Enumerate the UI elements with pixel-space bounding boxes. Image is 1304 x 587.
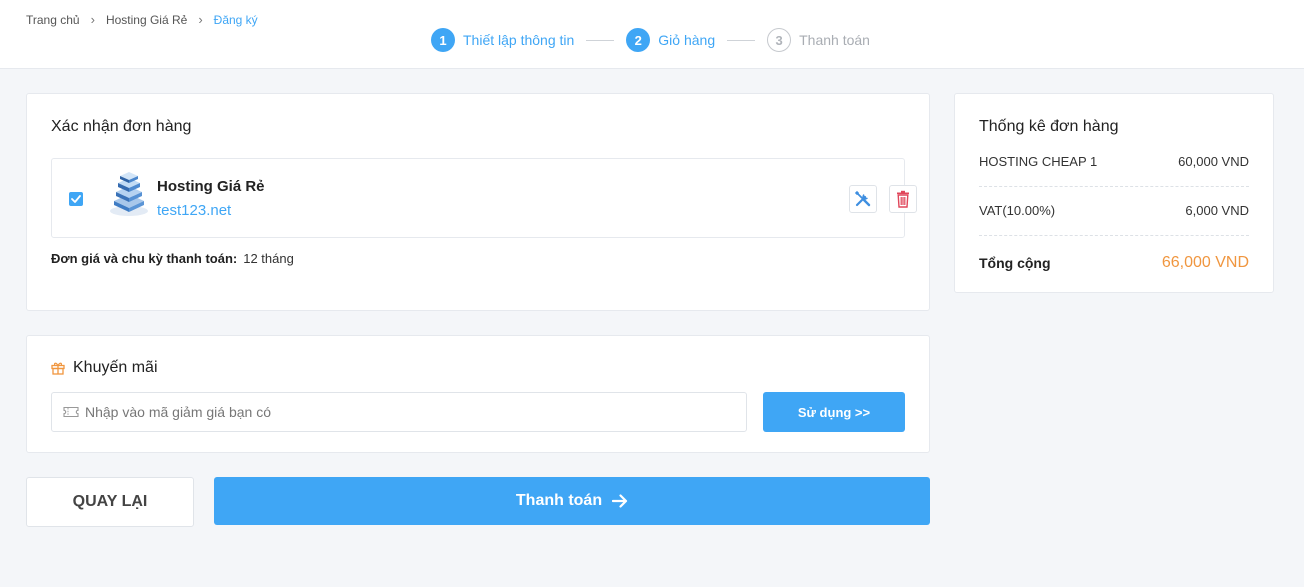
back-button[interactable]: QUAY LẠI [26, 477, 194, 527]
step-number: 1 [431, 28, 455, 52]
breadcrumb: Trang chủ › Hosting Giá Rẻ › Đăng ký [26, 12, 258, 27]
total-value: 66,000 VND [1161, 254, 1249, 271]
summary-divider [979, 235, 1249, 236]
chevron-right-icon: › [90, 12, 95, 27]
order-confirm-title: Xác nhận đơn hàng [51, 118, 192, 135]
breadcrumb-home[interactable]: Trang chủ [26, 13, 80, 27]
promo-card: Khuyến mãi Sử dụng >> [26, 335, 930, 453]
tools-icon [854, 190, 871, 207]
promo-title: Khuyến mãi [51, 359, 158, 377]
summary-row-label: HOSTING CHEAP 1 [979, 154, 1098, 169]
check-icon [71, 195, 81, 203]
arrow-right-icon [612, 494, 628, 508]
step-info[interactable]: 1 Thiết lập thông tin [431, 28, 574, 52]
breadcrumb-product[interactable]: Hosting Giá Rẻ [106, 13, 187, 27]
trash-icon [897, 190, 909, 208]
order-summary-card: Thống kê đơn hàng HOSTING CHEAP 1 60,000… [954, 93, 1274, 293]
step-connector [586, 39, 615, 41]
item-name: Hosting Giá Rẻ [157, 178, 265, 195]
step-label: Thanh toán [799, 32, 870, 48]
top-header: Trang chủ › Hosting Giá Rẻ › Đăng ký 1 T… [0, 0, 1304, 69]
order-confirm-card: Xác nhận đơn hàng Hosting Giá Rẻ test123… [26, 93, 930, 311]
billing-cycle-label: Đơn giá và chu kỳ thanh toán: [51, 251, 238, 266]
checkout-button-label: Thanh toán [515, 492, 603, 509]
total-label: Tổng cộng [979, 255, 1051, 271]
step-connector [727, 39, 756, 41]
promo-input-container[interactable] [51, 392, 747, 432]
promo-title-text: Khuyến mãi [73, 359, 158, 376]
step-payment: 3 Thanh toán [767, 28, 870, 52]
gift-icon [51, 362, 65, 375]
checkout-button[interactable]: Thanh toán [214, 477, 930, 525]
chevron-right-icon: › [198, 12, 203, 27]
order-summary-title: Thống kê đơn hàng [979, 118, 1119, 135]
apply-promo-button[interactable]: Sử dụng >> [763, 392, 905, 432]
breadcrumb-current: Đăng ký [213, 12, 258, 27]
delete-button[interactable] [889, 185, 917, 213]
summary-row-value: 6,000 VND [1185, 203, 1249, 218]
summary-total-row: Tổng cộng 66,000 VND [979, 254, 1249, 272]
summary-row: HOSTING CHEAP 1 60,000 VND [979, 154, 1249, 169]
promo-code-input[interactable] [85, 404, 725, 420]
billing-cycle-value: 12 tháng [243, 251, 294, 266]
item-domain[interactable]: test123.net [157, 202, 231, 219]
step-number: 2 [626, 28, 651, 52]
configure-button[interactable] [849, 185, 877, 213]
ticket-icon [63, 406, 79, 418]
billing-cycle-row: Đơn giá và chu kỳ thanh toán: 12 tháng [51, 251, 294, 266]
item-checkbox[interactable] [69, 192, 83, 206]
step-cart[interactable]: 2 Giỏ hàng [626, 28, 715, 52]
cart-item: Hosting Giá Rẻ test123.net [51, 158, 917, 238]
checkout-steps: 1 Thiết lập thông tin 2 Giỏ hàng 3 Thanh… [431, 28, 870, 52]
summary-row: VAT(10.00%) 6,000 VND [979, 203, 1249, 218]
summary-divider [979, 186, 1249, 187]
step-number: 3 [767, 28, 792, 52]
step-label: Giỏ hàng [658, 32, 716, 48]
server-stack-icon [110, 172, 148, 216]
step-label: Thiết lập thông tin [463, 32, 575, 48]
summary-row-label: VAT(10.00%) [979, 203, 1056, 218]
summary-row-value: 60,000 VND [1178, 154, 1249, 169]
